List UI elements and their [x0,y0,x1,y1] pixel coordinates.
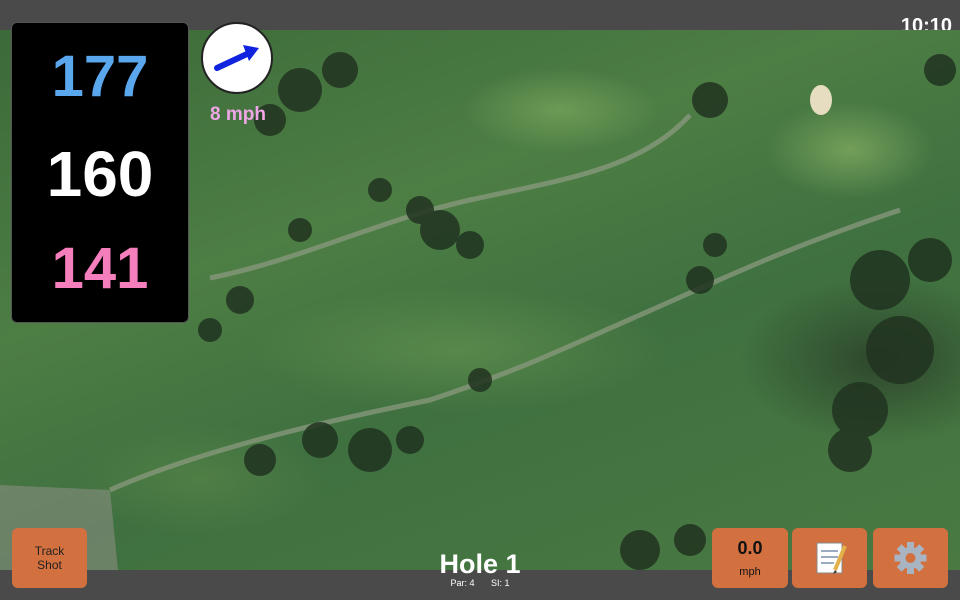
wind-speed-label: 8 mph [210,104,266,125]
front-yardage: 141 [51,236,149,301]
speed-value: 0.0 [737,538,763,558]
hole-par: Par: 4 [450,578,475,588]
wind-direction-dial [201,22,273,94]
hole-title: Hole 1 [439,549,521,579]
speed-button[interactable]: 0.0 mph [712,528,788,588]
gear-icon [894,542,927,574]
hole-stroke-index: SI: 1 [491,578,510,588]
arrow-right-icon [214,45,259,71]
track-shot-label-line1: Track [34,544,65,558]
settings-button[interactable] [873,528,948,588]
notepad-icon [816,542,847,574]
yardage-panel: 177 160 141 [11,22,189,323]
track-shot-button[interactable]: Track Shot [12,528,87,588]
track-shot-label-line2: Shot [37,558,62,572]
back-yardage: 177 [51,44,149,109]
middle-yardage: 160 [46,138,154,210]
speed-unit: mph [739,566,761,578]
notes-button[interactable] [792,528,867,588]
hole-info: Par: 4 SI: 1 [380,578,580,588]
